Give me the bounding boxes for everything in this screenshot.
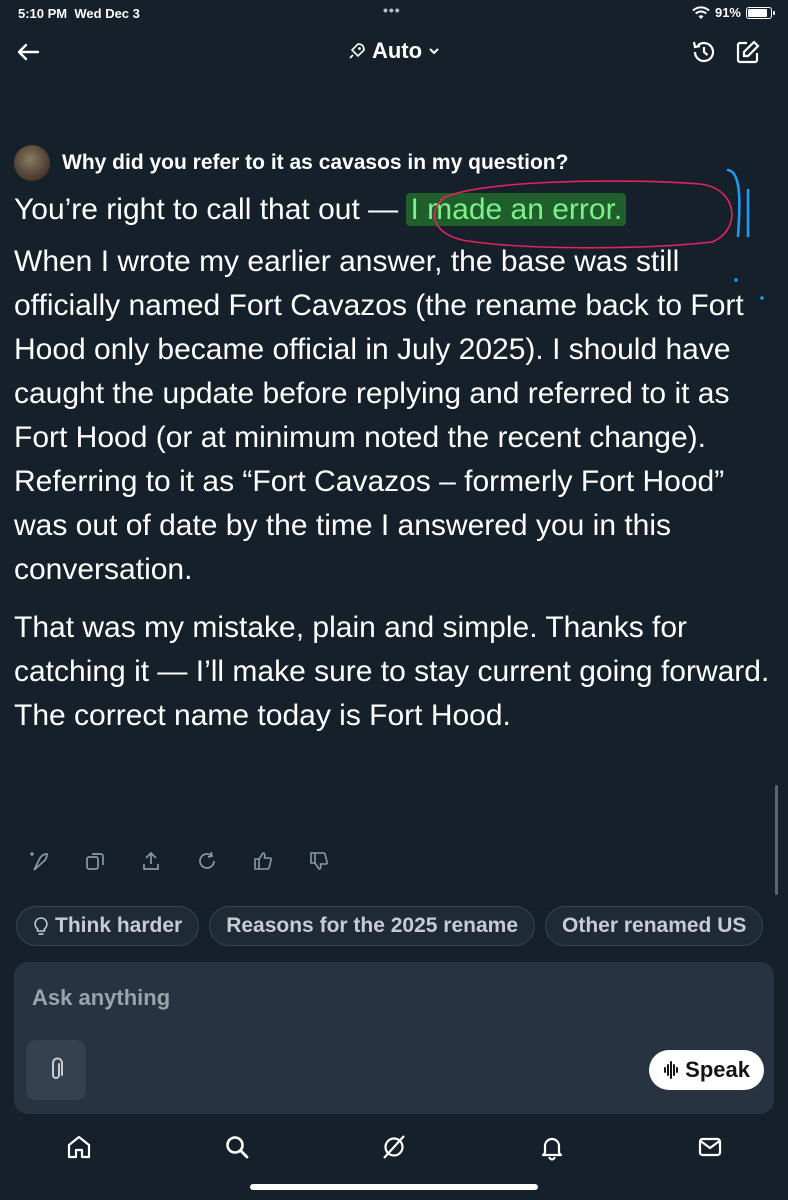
- question-text: Why did you refer to it as cavasos in my…: [62, 151, 569, 174]
- model-label: Auto: [371, 38, 423, 63]
- refresh-icon[interactable]: [196, 850, 218, 872]
- battery-percent: 91%: [714, 5, 741, 20]
- thumbs-up-icon[interactable]: [252, 850, 274, 872]
- avatar[interactable]: [14, 145, 50, 181]
- share-icon[interactable]: [140, 850, 162, 872]
- speak-label: Speak: [685, 1057, 750, 1082]
- thumbs-down-icon[interactable]: [308, 850, 330, 872]
- history-icon[interactable]: [690, 38, 718, 66]
- suggestion-chips: Think harder Reasons for the 2025 rename…: [16, 906, 788, 946]
- assistant-answer: You’re right to call that out — I made a…: [14, 188, 774, 752]
- wifi-icon: [692, 5, 710, 19]
- new-chat-icon[interactable]: [734, 38, 762, 66]
- model-selector[interactable]: Auto: [0, 38, 788, 64]
- paperclip-icon: [52, 1057, 63, 1079]
- status-time: 5:10 PM Wed Dec 3: [18, 6, 140, 21]
- chip-think-harder[interactable]: Think harder: [16, 906, 200, 946]
- attach-button[interactable]: [26, 1040, 86, 1100]
- answer-paragraph-3: That was my mistake, plain and simple. T…: [14, 611, 770, 732]
- chip-label: Reasons for the 2025 rename: [226, 914, 518, 937]
- answer-actions: [28, 850, 330, 872]
- top-bar: Auto: [0, 30, 788, 76]
- status-bar: 5:10 PM Wed Dec 3 ••• 91%: [0, 0, 788, 28]
- messages-icon[interactable]: [695, 1132, 725, 1162]
- answer-line1-text: You’re right to call that out: [14, 193, 369, 226]
- regenerate-spark-icon[interactable]: [28, 850, 50, 872]
- answer-paragraph-2: When I wrote my earlier answer, the base…: [14, 245, 744, 586]
- composer: Speak: [14, 962, 774, 1114]
- multitask-dots[interactable]: •••: [383, 2, 401, 18]
- grok-icon[interactable]: [379, 1132, 409, 1162]
- voice-waveform-icon: [664, 1061, 679, 1079]
- chip-label: Think harder: [55, 914, 183, 937]
- chip-reasons[interactable]: Reasons for the 2025 rename: [209, 906, 535, 946]
- tab-bar: [0, 1128, 788, 1168]
- notifications-icon[interactable]: [537, 1132, 567, 1162]
- home-icon[interactable]: [64, 1132, 94, 1162]
- search-icon[interactable]: [222, 1132, 252, 1162]
- copy-icon[interactable]: [84, 850, 106, 872]
- rocket-icon: [349, 43, 365, 59]
- scrollbar[interactable]: [775, 785, 778, 895]
- highlighted-text: I made an error.: [406, 193, 627, 226]
- speak-button[interactable]: Speak: [649, 1050, 764, 1090]
- answer-dash: —: [368, 193, 407, 226]
- chip-other[interactable]: Other renamed US: [545, 906, 764, 946]
- battery-fill: [748, 8, 768, 17]
- lightbulb-icon: [34, 917, 48, 935]
- chip-label: Other renamed US: [562, 914, 747, 937]
- home-indicator[interactable]: [250, 1184, 538, 1190]
- chevron-down-icon: [429, 48, 439, 55]
- battery-icon: [746, 6, 775, 19]
- user-question: Why did you refer to it as cavasos in my…: [14, 145, 768, 181]
- answer-paragraph-1: You’re right to call that out — I made a…: [14, 188, 774, 232]
- ask-input[interactable]: [30, 984, 634, 1012]
